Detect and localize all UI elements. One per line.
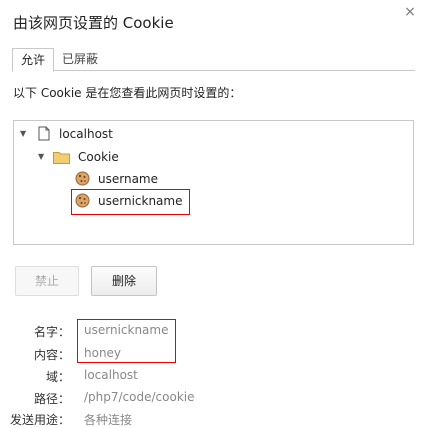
expand-arrow-icon[interactable]: ▼: [38, 152, 48, 162]
delete-button[interactable]: 删除: [91, 266, 157, 296]
folder-icon: [53, 150, 70, 170]
detail-value-path: /php7/code/cookie: [84, 390, 195, 404]
cookie-dialog: 由该网页设置的 Cookie × 允许 已屏蔽 以下 Cookie 是在您查看此…: [0, 0, 427, 427]
tab-divider: [12, 70, 415, 71]
detail-label-name: 名字：: [33, 325, 70, 339]
dialog-title: 由该网页设置的 Cookie: [13, 14, 174, 32]
tab-bar: 允许 已屏蔽: [0, 48, 427, 72]
host-label: localhost: [59, 127, 113, 141]
detail-label-content: 内容：: [33, 348, 70, 362]
detail-label-path: 路径：: [33, 392, 70, 406]
detail-value-domain: localhost: [84, 368, 138, 382]
tree-node-folder[interactable]: ▼ Cookie: [38, 147, 238, 167]
cookie-name: username: [98, 172, 158, 186]
details-highlight-box: [77, 319, 176, 363]
tree-node-host[interactable]: ▼ localhost: [18, 124, 218, 144]
page-icon: [38, 126, 50, 147]
close-icon[interactable]: ×: [402, 4, 418, 20]
tab-allowed[interactable]: 允许: [12, 48, 54, 72]
folder-label: Cookie: [78, 150, 119, 164]
intro-text: 以下 Cookie 是在您查看此网页时设置的：: [13, 86, 242, 100]
detail-label-send-for: 发送用途：: [9, 413, 70, 427]
tab-blocked[interactable]: 已屏蔽: [62, 48, 98, 70]
expand-arrow-icon[interactable]: ▼: [20, 129, 30, 139]
tree-node-cookie[interactable]: username: [74, 169, 274, 189]
detail-label-domain: 域：: [45, 370, 70, 384]
block-button[interactable]: 禁止: [15, 266, 79, 296]
selection-highlight-box: [71, 189, 190, 215]
detail-value-send-for: 各种连接: [84, 413, 133, 427]
cookie-tree: ▼ localhost ▼ Cookie username usernickna…: [13, 120, 414, 245]
